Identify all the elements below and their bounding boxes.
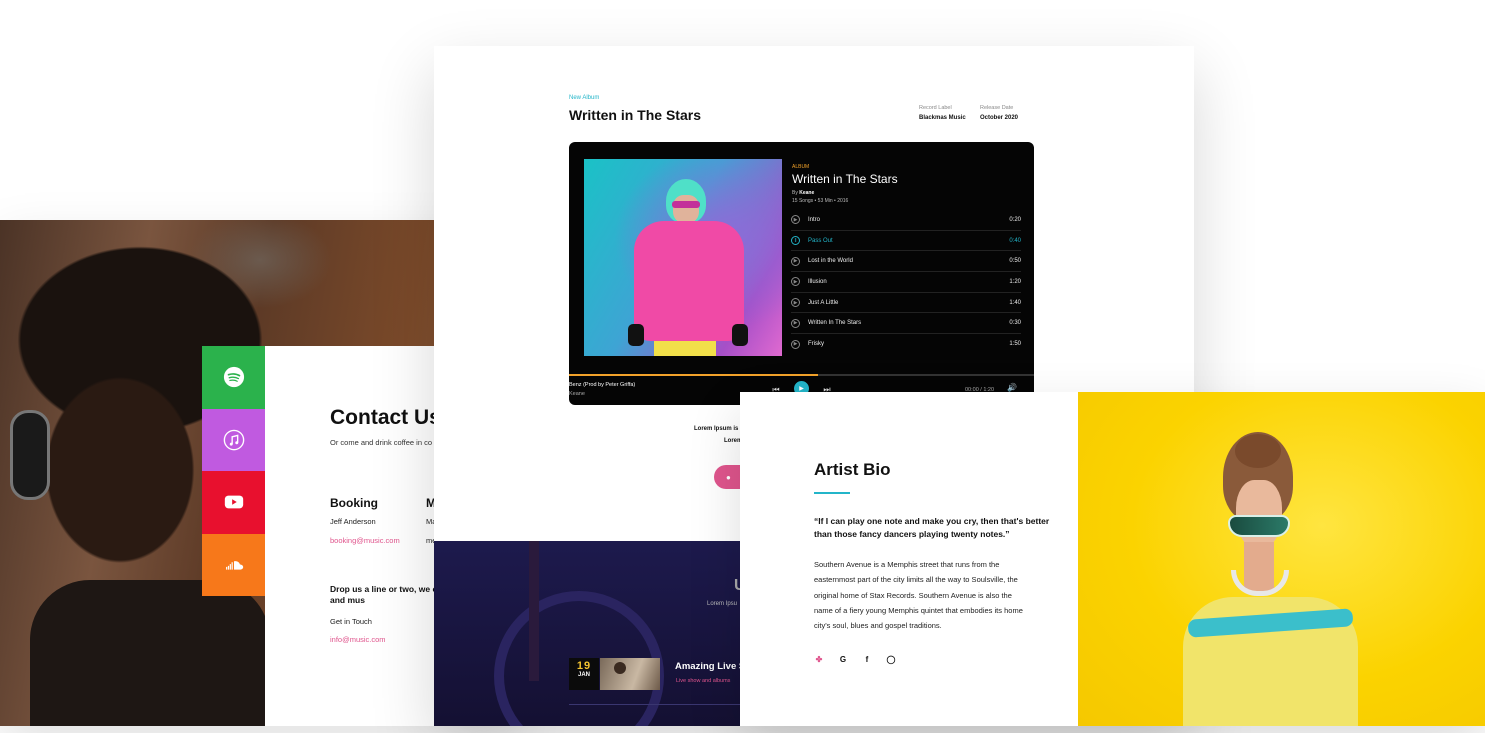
track-duration: 0:40: [1009, 237, 1021, 244]
play-icon[interactable]: ▶: [791, 256, 800, 266]
track-duration: 0:50: [1009, 258, 1021, 265]
player-info: 15 Songs • 53 Min • 2016: [792, 198, 849, 204]
showcase-stage: Contact Us Or come and drink coffee in c…: [0, 0, 1485, 733]
portrait-bun: [1235, 434, 1281, 468]
cover-figure-glasses: [672, 201, 700, 208]
google-icon[interactable]: G: [838, 654, 848, 664]
track-name: Intro: [808, 216, 821, 223]
player-title: Written in The Stars: [792, 172, 898, 186]
bio-title: Artist Bio: [814, 460, 891, 479]
track-name: Just A Little: [808, 299, 839, 306]
track-duration: 1:50: [1009, 341, 1021, 348]
pause-icon[interactable]: ‖: [791, 236, 800, 246]
track-row[interactable]: ▶ Just A Little 1:40: [791, 293, 1021, 314]
release-date-value: October 2020: [980, 115, 1019, 121]
track-row[interactable]: ▶ Lost in the World 0:50: [791, 251, 1021, 273]
booking-name: Jeff Anderson: [330, 517, 376, 526]
event-subtitle: Live show and albums: [676, 678, 731, 684]
track-duration: 1:20: [1009, 278, 1021, 285]
play-icon[interactable]: ▶: [791, 277, 800, 287]
play-icon[interactable]: ▶: [791, 318, 800, 328]
music-note-icon: [223, 429, 244, 451]
event-date-badge: 19 JAN: [569, 658, 599, 690]
player-kicker: ALBUM: [792, 164, 810, 170]
album-player: ALBUM Written in The Stars By Keane 15 S…: [569, 142, 1034, 405]
contact-title: Contact Us: [330, 406, 441, 429]
track-name: Frisky: [808, 341, 824, 348]
track-name: Illusion: [808, 278, 827, 285]
track-row[interactable]: ▶ Illusion 1:20: [791, 272, 1021, 293]
record-label-value: Blackmas Music: [919, 115, 966, 121]
headphone-shape: [10, 410, 50, 500]
album-cover: [584, 159, 782, 356]
booking-heading: Booking: [330, 496, 378, 510]
track-duration: 1:40: [1009, 299, 1021, 306]
cover-figure-face: [673, 195, 699, 223]
info-email-link[interactable]: info@music.com: [330, 635, 386, 644]
by-prefix: By: [792, 190, 798, 196]
album-heading: Written in The Stars: [569, 107, 701, 123]
facebook-icon[interactable]: f: [862, 654, 872, 664]
contact-subtitle: Or come and drink coffee in co: [330, 438, 432, 447]
track-duration: 0:20: [1009, 216, 1021, 223]
events-subtitle: Lorem Ipsu: [707, 601, 738, 607]
event-day: 19: [576, 660, 592, 672]
portrait-goggles: [1228, 515, 1290, 537]
release-date-label: Release Date: [980, 105, 1014, 111]
youtube-button[interactable]: [202, 471, 265, 534]
event-month: JAN: [577, 672, 590, 678]
twitter-icon[interactable]: ✤: [814, 654, 824, 664]
progress-fill: [569, 374, 818, 376]
event-title-link[interactable]: Amazing Live S: [675, 661, 745, 672]
artist-shirt: [30, 580, 270, 726]
album-kicker: New Album: [569, 95, 600, 101]
bio-quote: “If I can play one note and make you cry…: [814, 516, 1050, 539]
track-row[interactable]: ▶ Intro 0:20: [791, 210, 1021, 231]
player-artist: By Keane: [792, 190, 814, 196]
progress-bar[interactable]: [569, 374, 1034, 376]
track-row[interactable]: ▶ Written In The Stars 0:30: [791, 313, 1021, 335]
play-icon[interactable]: ▶: [791, 339, 800, 349]
soundcloud-icon: [225, 560, 243, 570]
event-thumbnail: [600, 658, 660, 690]
spotify-icon: [223, 367, 244, 388]
cover-figure-legs: [654, 341, 716, 356]
now-playing-title: Benz (Prod by Peter Griffa): [569, 382, 636, 388]
cover-figure-sweater: [634, 221, 744, 341]
now-playing-artist: Keane: [569, 391, 585, 397]
play-icon: ▶: [799, 386, 804, 392]
record-label-label: Record Label: [919, 105, 952, 111]
bio-accent-rule: [814, 492, 850, 494]
track-duration: 0:30: [1009, 320, 1021, 327]
track-name: Lost in the World: [808, 258, 853, 265]
bio-body: Southern Avenue is a Memphis street that…: [814, 560, 1023, 631]
track-name: Pass Out: [808, 237, 833, 244]
background-cable-shape: [529, 541, 539, 681]
track-row[interactable]: ‖ Pass Out 0:40: [791, 231, 1021, 252]
booking-email-link[interactable]: booking@music.com: [330, 536, 400, 545]
track-row[interactable]: ▶ Frisky 1:50: [791, 334, 1021, 355]
play-icon[interactable]: ▶: [791, 215, 800, 225]
portrait-headphones: [1231, 570, 1289, 596]
get-in-touch-label: Get in Touch: [330, 617, 372, 626]
bio-social-links: ✤ G f ◯: [814, 654, 896, 664]
cover-figure-glove: [628, 324, 644, 346]
social-strip: [202, 346, 265, 596]
artist-photo-yellow: [1078, 392, 1485, 726]
apple-icon: ●: [726, 472, 731, 482]
play-icon[interactable]: ▶: [791, 298, 800, 308]
spotify-button[interactable]: [202, 346, 265, 409]
soundcloud-button[interactable]: [202, 533, 265, 596]
youtube-icon: [224, 495, 243, 509]
track-list: ▶ Intro 0:20 ‖ Pass Out 0:40 ▶ Lost in the Worl…: [791, 210, 1021, 355]
event-divider: [569, 704, 769, 705]
album-description-line: Lorem Ipsum is: [694, 426, 739, 432]
track-name: Written In The Stars: [808, 320, 862, 327]
artist-name: Keane: [799, 190, 815, 196]
cover-figure-glove: [732, 324, 748, 346]
apple-music-button[interactable]: [202, 408, 265, 471]
instagram-icon[interactable]: ◯: [886, 654, 896, 664]
artist-bio-panel: Artist Bio “If I can play one note and m…: [740, 392, 1485, 726]
